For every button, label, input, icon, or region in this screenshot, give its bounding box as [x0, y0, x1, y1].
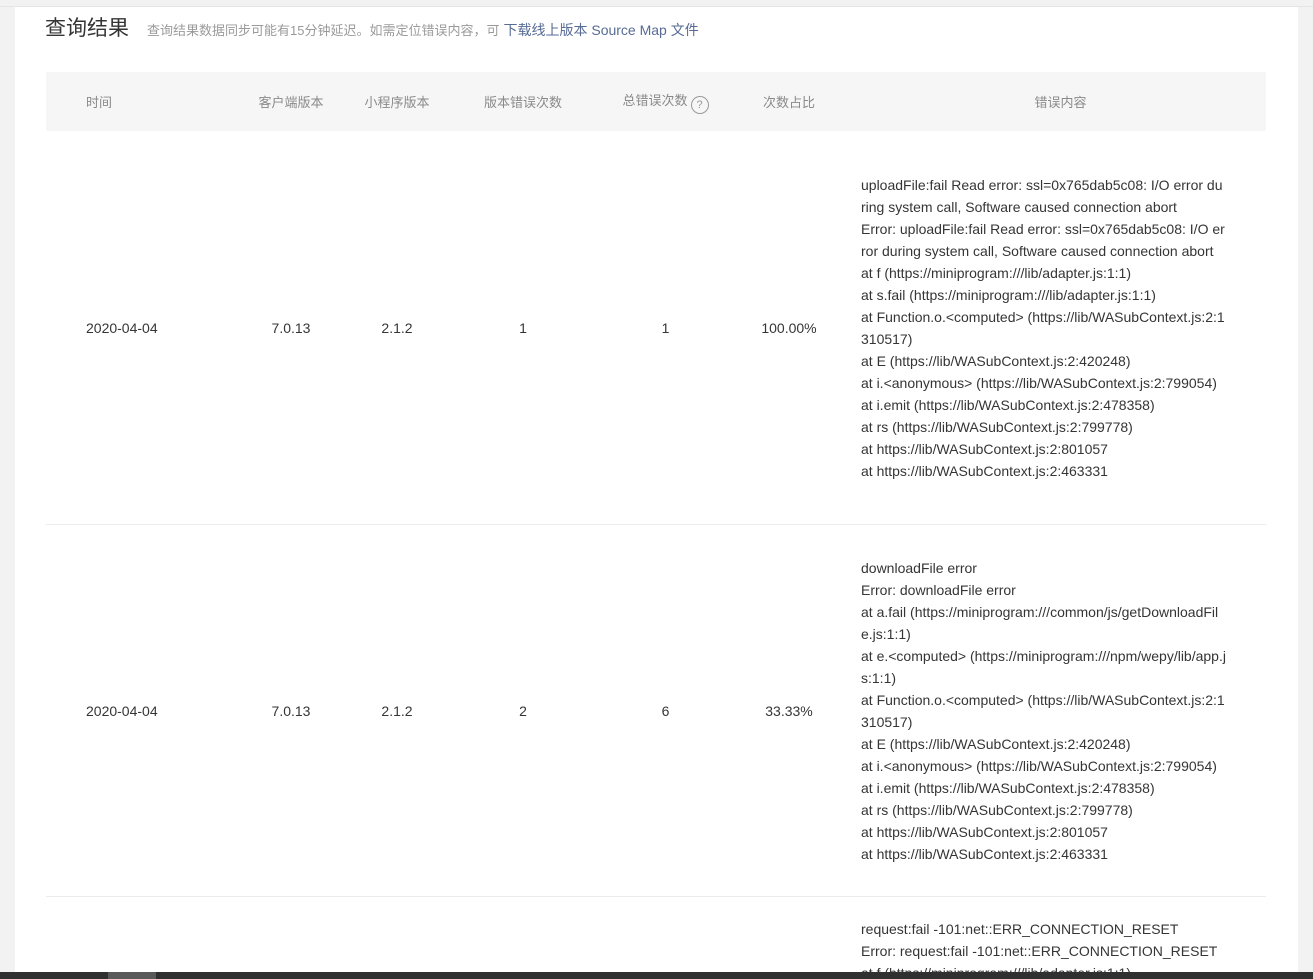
cell-version-errors: 1	[519, 319, 527, 336]
error-line: at s.fail (https://miniprogram:///lib/ad…	[861, 287, 1156, 303]
error-line: at i.emit (https://lib/WASubContext.js:2…	[861, 780, 1155, 796]
error-line: uploadFile:fail Read error: ssl=0x765dab…	[861, 177, 1223, 215]
top-border	[0, 0, 1313, 7]
error-line: at i.emit (https://lib/WASubContext.js:2…	[861, 397, 1155, 413]
cell-time: 2020-04-04	[86, 319, 158, 336]
error-line: Error: request:fail -101:net::ERR_CONNEC…	[861, 943, 1218, 959]
help-icon[interactable]: ?	[690, 95, 709, 114]
cell-time: 2020-04-04	[86, 702, 158, 719]
error-line: downloadFile error	[861, 560, 977, 576]
page-title: 查询结果	[45, 17, 129, 40]
results-header: 查询结果 查询结果数据同步可能有15分钟延迟。如需定位错误内容，可 下载线上版本…	[45, 12, 699, 44]
error-line: at i.<anonymous> (https://lib/WASubConte…	[861, 758, 1217, 774]
scrollbar-thumb[interactable]	[108, 972, 156, 979]
error-line: Error: uploadFile:fail Read error: ssl=0…	[861, 221, 1225, 259]
table-row: 2020-04-04 7.0.13 2.1.2 1 1 100.00% uplo…	[46, 131, 1266, 525]
error-table: 时间 客户端版本 小程序版本 版本错误次数 总错误次数? 次数占比 错误内容 2…	[46, 72, 1266, 979]
error-line: Error: downloadFile error	[861, 582, 1016, 598]
error-line: at rs (https://lib/WASubContext.js:2:799…	[861, 419, 1133, 435]
column-header-error-content: 错误内容	[1034, 95, 1087, 110]
table-header: 时间 客户端版本 小程序版本 版本错误次数 总错误次数? 次数占比 错误内容	[46, 72, 1266, 131]
error-line: at e.<computed> (https://miniprogram:///…	[861, 648, 1226, 686]
table-row: 2020-04-04 7.0.13 2.1.2 2 6 33.33% downl…	[46, 525, 1266, 897]
error-line: at E (https://lib/WASubContext.js:2:4202…	[861, 353, 1131, 369]
column-header-mini-version[interactable]: 小程序版本	[356, 92, 438, 111]
horizontal-scrollbar[interactable]	[0, 972, 1313, 979]
cell-error-content: downloadFile error Error: downloadFile e…	[855, 536, 1266, 885]
column-header-time[interactable]: 时间	[46, 92, 206, 111]
cell-total-errors: 6	[661, 702, 670, 719]
query-results-panel: 查询结果 查询结果数据同步可能有15分钟延迟。如需定位错误内容，可 下载线上版本…	[15, 7, 1298, 979]
error-line: at https://lib/WASubContext.js:2:801057	[861, 441, 1108, 457]
error-line: at https://lib/WASubContext.js:2:801057	[861, 824, 1108, 840]
cell-version-errors: 2	[519, 702, 527, 719]
error-line: at i.<anonymous> (https://lib/WASubConte…	[861, 375, 1217, 391]
column-header-total-errors-label: 总错误次数	[622, 92, 688, 108]
error-line: at https://lib/WASubContext.js:2:463331	[861, 463, 1108, 479]
error-line: at Function.o.<computed> (https://lib/WA…	[861, 309, 1225, 347]
error-line: at https://lib/WASubContext.js:2:463331	[861, 846, 1108, 862]
error-line: at a.fail (https://miniprogram:///common…	[861, 604, 1219, 642]
error-line: at E (https://lib/WASubContext.js:2:4202…	[861, 736, 1131, 752]
cell-error-content: uploadFile:fail Read error: ssl=0x765dab…	[855, 153, 1266, 502]
error-line: at f (https://miniprogram:///lib/adapter…	[861, 265, 1132, 281]
cell-mini-version: 2.1.2	[381, 702, 413, 719]
cell-mini-version: 2.1.2	[381, 319, 413, 336]
column-header-ratio[interactable]: 次数占比	[723, 92, 855, 111]
cell-client-version: 7.0.13	[271, 702, 311, 719]
error-line: at Function.o.<computed> (https://lib/WA…	[861, 692, 1225, 730]
cell-client-version: 7.0.13	[271, 319, 311, 336]
cell-total-errors: 1	[661, 319, 670, 336]
error-line: request:fail -101:net::ERR_CONNECTION_RE…	[861, 921, 1179, 937]
cell-ratio: 100.00%	[761, 319, 817, 336]
table-row: request:fail -101:net::ERR_CONNECTION_RE…	[46, 897, 1266, 979]
delay-notice: 查询结果数据同步可能有15分钟延迟。如需定位错误内容，可	[147, 23, 500, 38]
download-sourcemap-link[interactable]: 下载线上版本 Source Map 文件	[503, 20, 698, 40]
cell-ratio: 33.33%	[765, 702, 813, 719]
cell-error-content: request:fail -101:net::ERR_CONNECTION_RE…	[855, 897, 1266, 979]
column-header-version-errors[interactable]: 版本错误次数	[438, 92, 608, 111]
error-line: at rs (https://lib/WASubContext.js:2:799…	[861, 802, 1133, 818]
column-header-total-errors[interactable]: 总错误次数?	[608, 90, 723, 114]
column-header-client-version[interactable]: 客户端版本	[206, 92, 356, 111]
